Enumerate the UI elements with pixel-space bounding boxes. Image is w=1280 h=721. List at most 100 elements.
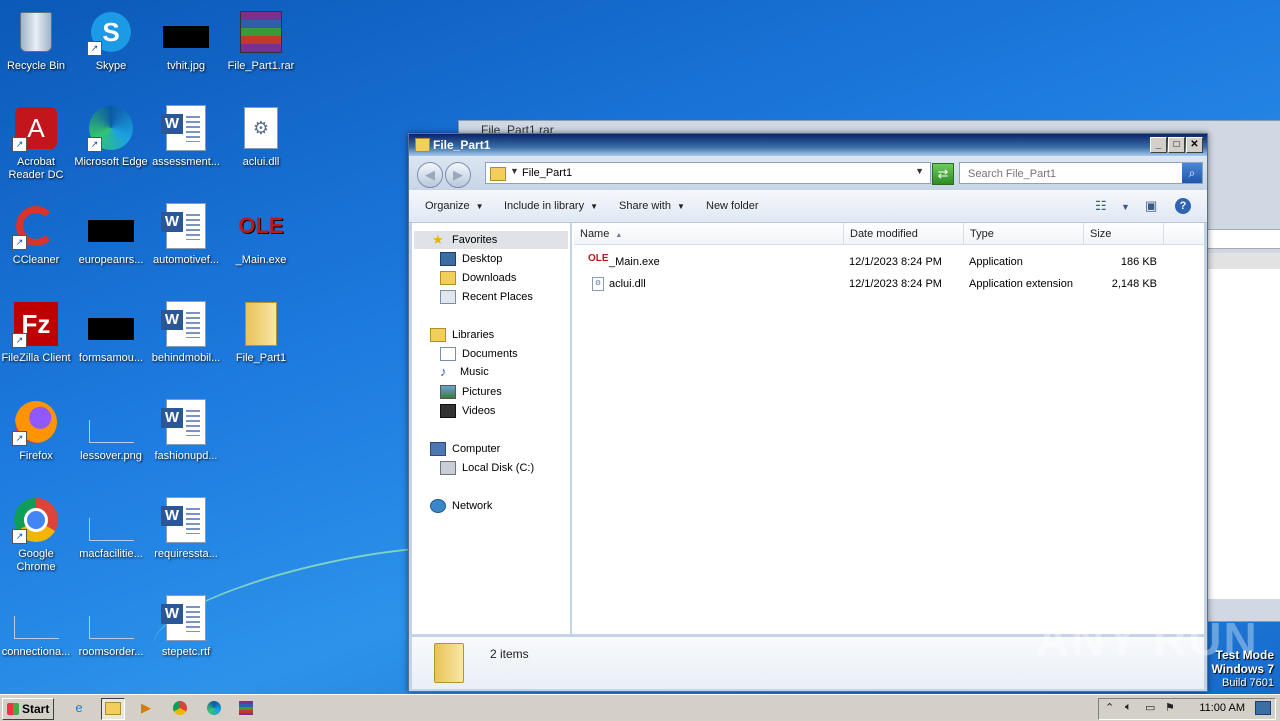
- nav-desktop[interactable]: Desktop: [440, 252, 502, 266]
- nav-favorites[interactable]: ★ Favorites: [414, 231, 568, 249]
- word-document-icon: W: [161, 398, 210, 446]
- libraries-icon: [430, 328, 446, 342]
- nav-downloads[interactable]: Downloads: [440, 271, 516, 285]
- word-document-icon: W: [161, 300, 210, 348]
- windows-version-line: Windows 7: [1211, 662, 1274, 676]
- word-document-icon: W: [161, 594, 210, 642]
- chrome-taskbar-icon[interactable]: [169, 698, 191, 718]
- desktop-icon-assessment[interactable]: W assessment...: [148, 104, 224, 169]
- word-document-icon: W: [161, 104, 210, 152]
- nav-libraries[interactable]: Libraries: [430, 328, 494, 342]
- nav-videos[interactable]: Videos: [440, 404, 495, 418]
- desktop-icon-connectiona[interactable]: connectiona...: [0, 594, 74, 659]
- explorer-window[interactable]: File_Part1 _ □ ✕ ◀ ▶ ▼ File_Part1 ▼ ⇄ ⌕ …: [408, 133, 1208, 692]
- desktop-icon-skype[interactable]: S ↗ Skype: [73, 8, 149, 73]
- winrar-taskbar-icon[interactable]: [235, 698, 257, 718]
- desktop-icon-requiressta[interactable]: W requiressta...: [148, 496, 224, 561]
- media-player-icon[interactable]: ▶: [135, 698, 157, 718]
- desktop-icon-file-part1-rar[interactable]: File_Part1.rar: [223, 8, 299, 73]
- show-desktop-icon[interactable]: [1255, 701, 1271, 715]
- start-button[interactable]: Start: [2, 698, 54, 720]
- system-tray: ⌃ 🔈︎ ▭ ⚑ 11:00 AM: [1098, 698, 1276, 720]
- chevron-down-icon: ▼: [590, 202, 599, 211]
- chevron-down-icon[interactable]: ▼: [1121, 202, 1130, 212]
- nav-network[interactable]: Network: [430, 499, 492, 513]
- column-header-name[interactable]: Name ▲: [574, 223, 844, 245]
- desktop-icon-file-part1-folder[interactable]: File_Part1: [223, 300, 299, 365]
- edge-taskbar-icon[interactable]: [203, 698, 225, 718]
- back-button[interactable]: ◀: [417, 162, 443, 188]
- show-hidden-icons-icon[interactable]: ⌃: [1105, 701, 1114, 714]
- desktop-icon-tvhit[interactable]: tvhit.jpg: [148, 8, 224, 73]
- desktop-icon-firefox[interactable]: ↗ Firefox: [0, 398, 74, 463]
- desktop-icon-ccleaner[interactable]: ↗ CCleaner: [0, 202, 74, 267]
- title-bar[interactable]: File_Part1 _ □ ✕: [409, 134, 1207, 156]
- search-input[interactable]: [966, 164, 1180, 184]
- desktop-icon-roomsorder[interactable]: roomsorder...: [73, 594, 149, 659]
- volume-icon[interactable]: 🔈︎: [1125, 701, 1132, 714]
- file-row[interactable]: ⚙ aclui.dll 12/1/2023 8:24 PM Applicatio…: [572, 274, 1204, 294]
- skype-icon: S ↗: [87, 8, 135, 56]
- desktop-icon-macfacilitie[interactable]: macfacilitie...: [73, 496, 149, 561]
- preview-pane-icon[interactable]: ▣: [1145, 198, 1157, 214]
- desktop-icon-lessover[interactable]: lessover.png: [73, 398, 149, 463]
- organize-button[interactable]: Organize ▼: [425, 200, 484, 212]
- desktop-icon-behindmobil[interactable]: W behindmobil...: [148, 300, 224, 365]
- new-folder-button[interactable]: New folder: [706, 200, 759, 212]
- test-mode-line: Test Mode: [1215, 648, 1274, 662]
- folder-icon: [490, 167, 506, 181]
- forward-button[interactable]: ▶: [445, 162, 471, 188]
- blank-file-icon: [87, 594, 135, 642]
- chevron-down-icon[interactable]: ▼: [915, 166, 924, 176]
- breadcrumb-arrow-icon[interactable]: ▼: [510, 166, 519, 176]
- firefox-icon: ↗: [12, 398, 60, 446]
- refresh-button[interactable]: ⇄: [932, 163, 954, 185]
- winrar-icon: [239, 701, 253, 715]
- file-row[interactable]: OLE _Main.exe 12/1/2023 8:24 PM Applicat…: [572, 252, 1204, 272]
- search-box[interactable]: ⌕: [959, 162, 1203, 184]
- minimize-button[interactable]: _: [1150, 137, 1167, 153]
- file-size: 2,148 KB: [1111, 278, 1157, 290]
- search-icon[interactable]: ⌕: [1182, 163, 1202, 183]
- desktop-icon-recycle-bin[interactable]: Recycle Bin: [0, 8, 74, 73]
- file-size: 186 KB: [1120, 256, 1157, 268]
- share-with-button[interactable]: Share with ▼: [619, 200, 685, 212]
- network-tray-icon[interactable]: ▭: [1145, 701, 1155, 714]
- network-icon: [430, 499, 446, 513]
- nav-local-disk[interactable]: Local Disk (C:): [440, 461, 534, 475]
- desktop-icon-aclui-dll[interactable]: ⚙ aclui.dll: [223, 104, 299, 169]
- desktop-icon-fashionupd[interactable]: W fashionupd...: [148, 398, 224, 463]
- desktop-icon-europeanrs[interactable]: europeanrs...: [73, 202, 149, 267]
- nav-music[interactable]: ♪ Music: [440, 365, 489, 378]
- desktop-icon-chrome[interactable]: ↗ Google Chrome: [0, 496, 74, 574]
- column-header-size[interactable]: Size: [1084, 223, 1164, 245]
- desktop-icon-acrobat[interactable]: A ↗ Acrobat Reader DC: [0, 104, 74, 182]
- nav-documents-label: Documents: [462, 348, 518, 360]
- maximize-button[interactable]: □: [1168, 137, 1185, 153]
- desktop-icon-stepetc[interactable]: W stepetc.rtf: [148, 594, 224, 659]
- desktop-icon-edge[interactable]: ↗ Microsoft Edge: [73, 104, 149, 169]
- taskbar: Start e ▶ ⌃ 🔈︎ ▭ ⚑ 11:00 AM: [0, 694, 1280, 721]
- nav-computer[interactable]: Computer: [430, 442, 500, 456]
- breadcrumb-path[interactable]: File_Part1: [522, 167, 572, 179]
- address-field[interactable]: ▼ File_Part1 ▼: [485, 162, 931, 184]
- internet-explorer-icon[interactable]: e: [68, 698, 90, 718]
- help-icon[interactable]: ?: [1175, 198, 1191, 214]
- word-document-icon: W: [161, 202, 210, 250]
- desktop-icon-main-exe[interactable]: OLE _Main.exe: [223, 202, 299, 267]
- desktop-icon-automotivef[interactable]: W automotivef...: [148, 202, 224, 267]
- column-header-type[interactable]: Type: [964, 223, 1084, 245]
- include-in-library-button[interactable]: Include in library ▼: [504, 200, 598, 212]
- nav-documents[interactable]: Documents: [440, 347, 518, 361]
- nav-pictures[interactable]: Pictures: [440, 385, 502, 399]
- view-options-icon[interactable]: ☷: [1095, 198, 1107, 214]
- chrome-icon: ↗: [12, 496, 60, 544]
- clock[interactable]: 11:00 AM: [1199, 702, 1245, 714]
- desktop-icon-filezilla[interactable]: Fz ↗ FileZilla Client: [0, 300, 74, 365]
- action-center-flag-icon[interactable]: ⚑: [1165, 701, 1175, 714]
- explorer-taskbar-button[interactable]: [101, 698, 125, 720]
- desktop-icon-formsamou[interactable]: formsamou...: [73, 300, 149, 365]
- close-button[interactable]: ✕: [1186, 137, 1203, 153]
- column-header-date[interactable]: Date modified: [844, 223, 964, 245]
- nav-recent-places[interactable]: Recent Places: [440, 290, 533, 304]
